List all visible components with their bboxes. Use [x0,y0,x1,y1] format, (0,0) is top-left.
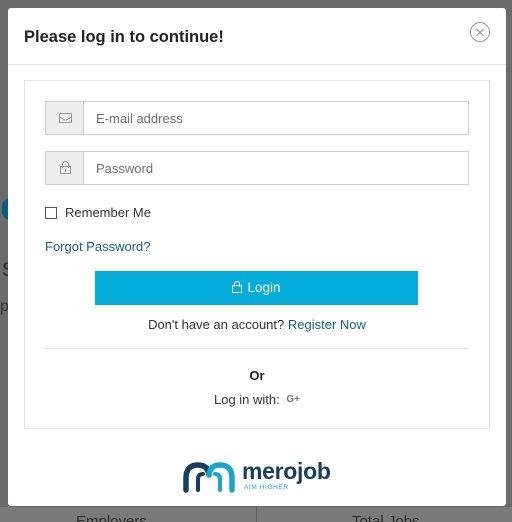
login-form-panel: Remember Me Forgot Password? Login Don't… [24,80,490,429]
social-login: Log in with: G+ [25,392,489,407]
close-icon[interactable] [470,22,490,42]
login-button-label: Login [247,279,281,295]
brand-tagline: AIM HIGHER [244,484,289,491]
password-addon [46,152,84,184]
modal-header: Please log in to continue! [8,8,506,65]
brand-name: merojob [242,458,331,484]
merojob-logo-mark [183,462,235,493]
email-field[interactable] [84,102,468,134]
background-employers-label: Employers [76,513,147,522]
password-input-group [45,151,469,185]
login-modal: Please log in to continue! Remember Me F… [8,8,506,506]
lock-icon [232,281,243,294]
login-button[interactable]: Login [95,271,418,305]
email-addon [46,102,84,134]
divider [45,348,469,349]
envelope-icon [59,113,72,123]
modal-title: Please log in to continue! [24,28,224,46]
no-account-text: Don't have an account? [148,317,285,332]
password-field[interactable] [84,152,468,184]
forgot-password-link[interactable]: Forgot Password? [45,239,151,254]
login-with-label: Log in with: [213,392,280,407]
remember-me-checkbox[interactable] [45,207,57,219]
background-stats-bar: Employers Total Jobs [0,506,512,522]
register-link[interactable]: Register Now [288,317,366,332]
google-plus-icon[interactable]: G+ [286,394,300,405]
background-total-jobs-label: Total Jobs [352,513,420,522]
email-input-group [45,101,469,135]
background-divider [256,507,257,522]
lock-icon [60,161,71,175]
remember-me-label[interactable]: Remember Me [65,205,151,220]
or-separator: Or [249,368,265,383]
register-prompt: Don't have an account? Register Now [25,317,489,332]
